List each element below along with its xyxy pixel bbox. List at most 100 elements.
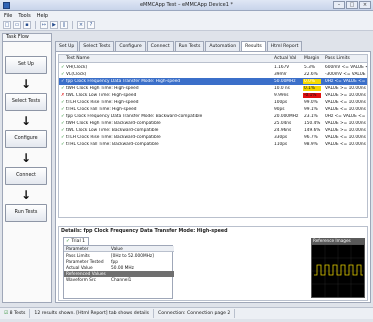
menu-help[interactable]: Help [37,13,48,19]
actual-value: 100ps [274,100,288,105]
margin-value: 99.0% [304,100,318,105]
table-row[interactable]: ✓VL(Clock)39mV22.6%-300mV <= VALUE <= 1.… [59,71,367,78]
help-icon[interactable]: ? [87,21,95,29]
test-name: tTLH Clock Rise Time: High-speed [66,100,139,105]
table-row[interactable]: ✓ tTHL Clock Fall Time: High-speed 90ps 99.… [59,106,367,113]
table-row[interactable]: ✓ tTLH Clock Rise Time: High-speed 100ps 99… [59,99,367,106]
toolbar-separator [35,21,36,29]
margin-value: 98.9% [304,142,318,147]
margin-value: 96.7% [304,135,318,140]
open-folder-icon[interactable]: ▭ [13,21,21,29]
tab-run-tests[interactable]: Run Tests [174,41,205,51]
tab-automation[interactable]: Automation [205,41,241,51]
table-row[interactable]: ✓ tWH Clock High Time: High-speed 10.0 ns 0… [59,85,367,92]
col-parameter: Parameter [66,246,89,252]
flow-select-tests-button[interactable]: Select Tests [5,93,47,111]
pause-icon[interactable]: ∥ [60,21,68,29]
pass-limits: VALUE >= 10.00ns [325,121,366,126]
test-name: tTHL Clock Fall Time: High-speed [66,107,137,112]
table-row[interactable]: ✓ fpp Clock Frequency Data Transfer Mode:… [59,113,367,120]
col-actual-val[interactable]: Actual Val [274,56,296,61]
reference-image[interactable] [311,244,365,298]
parameter-name: Referenced Values [66,271,106,277]
run-icon[interactable]: ▶ [50,21,58,29]
trial-tab-label: Trial 1 [71,239,86,244]
flow-down-arrow-icon: ↓ [20,188,32,202]
parameter-value: fpp [111,259,118,265]
flow-configure-button[interactable]: Configure [5,130,47,148]
test-name: fpp Clock Frequency Data Transfer Mode: … [66,79,181,84]
tab-results[interactable]: Results [241,41,266,51]
flow-setup-button[interactable]: Set Up [5,56,47,74]
flow-down-arrow-icon: ↓ [20,77,32,91]
actual-value: 10.0 ns [274,86,290,91]
cancel-icon[interactable]: × [77,21,85,29]
pass-limits: 600mV <= VALUE <= 1.200V [325,65,367,70]
actual-value: 39mV [274,72,287,77]
table-row[interactable]: ✓ tWH Clock High Time: Backward-compatibl… [59,120,367,127]
results-header: Test Name Actual Val Margin Pass Limits [59,55,367,63]
pass-limits: VALUE >= 10.00ns [325,128,366,133]
margin-value: 99.1% [304,107,318,112]
table-row[interactable]: ✓ tTLH Clock Rise Time: Backward-compatib… [59,134,367,141]
col-pass-limits[interactable]: Pass Limits [325,56,350,61]
tab-connect[interactable]: Connect [146,41,174,51]
details-panel: Details: fpp Clock Frequency Data Transf… [58,226,368,301]
margin-value: 22.6% [304,72,318,77]
table-row[interactable]: ✓ tTHL Clock Fall Time: Backward-compatib… [59,141,367,148]
table-row[interactable]: ✓ tWL Clock Low Time: Backward-compatible… [59,127,367,134]
test-name: tWH Clock High Time: Backward-compatible [66,121,161,126]
flow-run-tests-button[interactable]: Run Tests [5,204,47,222]
table-row[interactable]: ✗ tWL Clock Low Time: High-speed 9.99ns -0.… [59,92,367,99]
col-value: Value [111,246,123,252]
test-name: tTHL Clock Fall Time: Backward-compatibl… [66,142,159,147]
status-tests: ☑ 8 Tests [0,309,31,318]
step-icon[interactable]: ↦ [40,21,48,29]
status-tests-count: 8 Tests [9,311,26,316]
new-file-icon[interactable]: □ [3,21,11,29]
test-name: tWH Clock High Time: High-speed [66,86,139,91]
tab-html-report[interactable]: Html Report [266,41,303,51]
check-icon: ✓ [66,239,70,244]
details-title: Details: fpp Clock Frequency Data Transf… [61,229,228,234]
tab-select-tests[interactable]: Select Tests [79,41,115,51]
parameter-name: Parameter Tested [66,259,104,265]
actual-value: 90ps [274,107,285,112]
parameter-row[interactable]: Waveform Src Channel1 [64,277,174,283]
pass-limits: VALUE >= 10.00ns [325,93,366,98]
menu-tools[interactable]: Tools [18,13,30,19]
status-connection: Connection: Connection page 2 [154,309,236,318]
test-name: fpp Clock Frequency Data Transfer Mode: … [66,114,203,119]
trial-tab[interactable]: ✓ Trial 1 [63,237,89,245]
flow-down-arrow-icon: ↓ [20,114,32,128]
maximize-button[interactable]: □ [346,1,358,9]
menu-file[interactable]: File [4,13,12,19]
actual-value: 24.96ns [274,128,292,133]
parameter-value: Channel1 [111,277,132,283]
col-margin[interactable]: Margin [304,56,319,61]
parameter-name: Pass Limits [66,253,90,259]
test-name: VH(Clock) [66,65,88,70]
flow-connect-button[interactable]: Connect [5,167,47,185]
pass-limits: 0Hz <= VALUE <= 26.000MHz [325,114,367,119]
save-icon[interactable]: ▪ [23,21,31,29]
actual-value: 110ps [274,142,288,147]
table-row[interactable]: ✓VH(Clock)1.167V5.3%600mV <= VALUE <= 1.… [59,64,367,71]
actual-value: 20.000MHz [274,114,299,119]
margin-value: 150.4% [304,121,321,126]
pass-limits: VALUE >= 10.00ns [325,86,366,91]
margin-value: 0.1% [304,86,315,91]
flow-down-arrow-icon: ↓ [20,151,32,165]
tab-configure[interactable]: Configure [115,41,146,51]
status-bar: ☑ 8 Tests 12 results shown. [Html Report… [0,307,373,319]
minimize-button[interactable]: – [333,1,345,9]
col-test-name[interactable]: Test Name [66,56,90,61]
test-name: VL(Clock) [66,72,87,77]
window-controls: – □ × [333,1,371,9]
parameter-name: Actual Value [66,265,93,271]
close-button[interactable]: × [359,1,371,9]
table-row[interactable]: ✓ fpp Clock Frequency Data Transfer Mode:… [59,78,367,85]
main-tabs: Set Up Select Tests Configure Connect Ru… [55,41,303,51]
tab-set-up[interactable]: Set Up [55,41,79,51]
pass-limits: 0Hz <= VALUE <= 52.000MHz [325,79,367,84]
